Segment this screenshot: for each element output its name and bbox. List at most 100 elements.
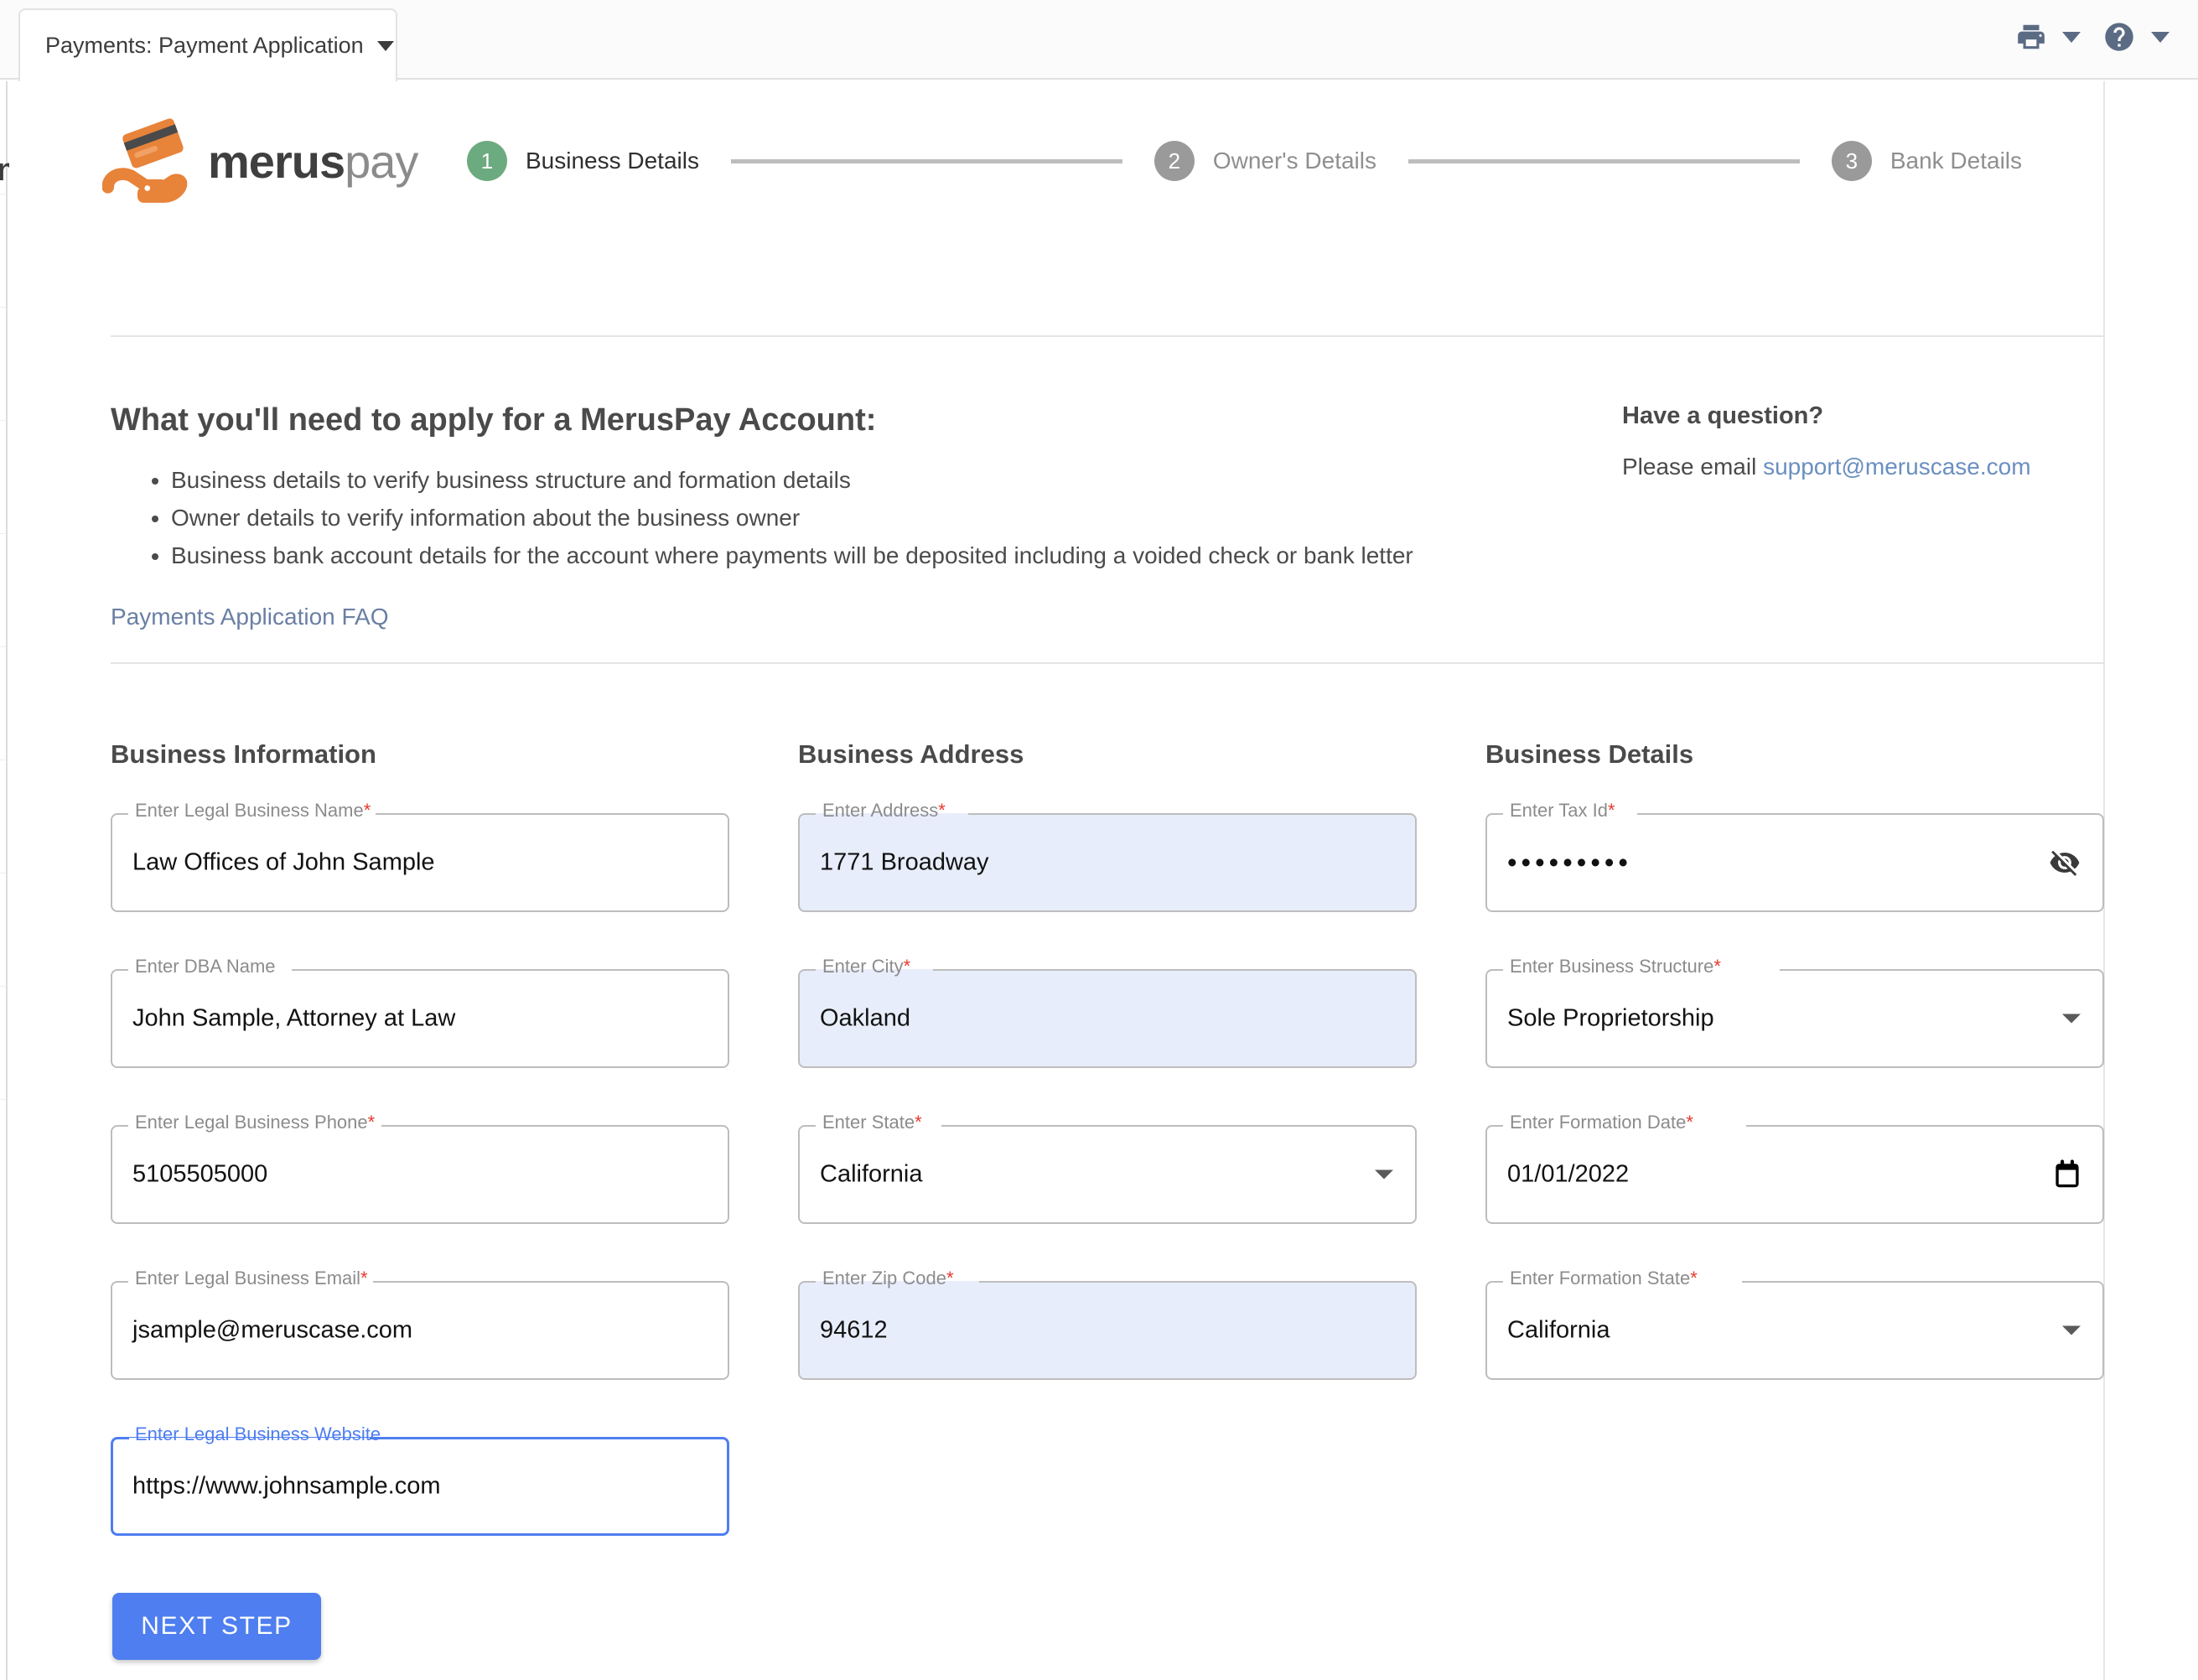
field-value: 1771 Broadway: [820, 848, 989, 876]
calendar-icon[interactable]: [2054, 1159, 2081, 1190]
requirements-heading: What you'll need to apply for a MerusPay…: [111, 402, 877, 438]
field-legal-business-email[interactable]: Enter Legal Business Email* jsample@meru…: [111, 1268, 729, 1380]
step-business-details[interactable]: 1 Business Details: [467, 141, 699, 181]
field-outline: [798, 1281, 1417, 1380]
chevron-down-icon[interactable]: [376, 40, 394, 51]
field-label: Enter Business Structure*: [1510, 956, 1721, 977]
logo-wordmark: meruspay: [208, 134, 418, 189]
required-asterisk: *: [903, 956, 911, 977]
step-label: Business Details: [526, 148, 699, 174]
field-label: Enter Legal Business Email*: [135, 1268, 368, 1289]
next-step-button[interactable]: NEXT STEP: [112, 1593, 321, 1660]
sidebar-divider: [0, 647, 6, 760]
sidebar-divider: [0, 194, 6, 308]
required-asterisk: *: [1690, 1268, 1698, 1289]
field-value: California: [1507, 1316, 1610, 1344]
field-value: 94612: [820, 1316, 888, 1344]
logo-pay: pay: [345, 134, 418, 188]
column-title: Business Details: [1485, 739, 1694, 769]
visibility-off-icon[interactable]: [2049, 847, 2081, 879]
field-label: Enter Legal Business Phone*: [135, 1112, 376, 1133]
step-bank-details[interactable]: 3 Bank Details: [1831, 141, 2023, 181]
sidebar-divider: [0, 308, 6, 421]
field-value: Law Offices of John Sample: [132, 848, 435, 876]
field-legal-business-phone[interactable]: Enter Legal Business Phone* 5105505000: [111, 1112, 729, 1224]
field-value: John Sample, Attorney at Law: [132, 1004, 456, 1032]
field-tax-id[interactable]: Enter Tax Id* •••••••••: [1485, 800, 2104, 912]
question-circle-icon[interactable]: [2102, 20, 2136, 54]
field-formation-state[interactable]: Enter Formation State* California: [1485, 1268, 2104, 1380]
step-label: Bank Details: [1890, 148, 2023, 174]
required-asterisk: *: [1686, 1112, 1693, 1133]
tab-label: Payments: Payment Application: [45, 33, 364, 58]
chevron-down-icon: [1375, 1169, 1393, 1180]
step-number-badge: 3: [1831, 141, 1872, 181]
field-state[interactable]: Enter State* California: [798, 1112, 1417, 1224]
required-asterisk: *: [363, 800, 371, 821]
field-legal-business-name[interactable]: Enter Legal Business Name* Law Offices o…: [111, 800, 729, 912]
sidebar-divider: [0, 987, 6, 1100]
toolbar-actions: [2015, 20, 2169, 54]
page-header: meruspay 1 Business Details 2 Owner's De…: [101, 102, 2023, 220]
field-label: Enter Formation State*: [1510, 1268, 1698, 1289]
column-business-information: Business Information Enter Legal Busines…: [111, 739, 729, 1593]
column-title: Business Address: [798, 739, 1024, 769]
dropdown-toggle[interactable]: [2062, 1014, 2081, 1024]
required-asterisk: *: [946, 1268, 954, 1289]
chevron-down-icon: [2062, 1014, 2081, 1024]
field-label: Enter City*: [822, 956, 911, 977]
field-zip-code[interactable]: Enter Zip Code* 94612: [798, 1268, 1417, 1380]
step-number-badge: 2: [1153, 141, 1195, 181]
field-legal-business-website[interactable]: Enter Legal Business Website https://www…: [111, 1423, 729, 1536]
field-city[interactable]: Enter City* Oakland: [798, 956, 1417, 1068]
help-section: Have a question? Please email support@me…: [1622, 402, 2092, 480]
field-value: Oakland: [820, 1004, 911, 1032]
required-asterisk: *: [367, 1112, 376, 1133]
field-value: 5105505000: [132, 1160, 268, 1188]
stepper-connector: [1408, 158, 1800, 163]
list-item: Owner details to verify information abou…: [171, 501, 1418, 535]
chevron-down-icon[interactable]: [2151, 31, 2169, 43]
dropdown-toggle[interactable]: [2062, 1325, 2081, 1335]
required-asterisk: *: [1713, 956, 1721, 977]
required-asterisk: *: [1608, 800, 1615, 821]
help-heading: Have a question?: [1622, 402, 1824, 429]
field-label: Enter DBA Name: [135, 956, 276, 977]
field-value: https://www.johnsample.com: [132, 1472, 441, 1500]
requirements-section: What you'll need to apply for a MerusPay…: [111, 402, 1418, 630]
printer-icon[interactable]: [2015, 21, 2047, 53]
field-dba-name[interactable]: Enter DBA Name John Sample, Attorney at …: [111, 956, 729, 1068]
field-label: Enter Legal Business Website: [135, 1423, 381, 1444]
dropdown-toggle[interactable]: [1375, 1169, 1393, 1180]
field-formation-date[interactable]: Enter Formation Date* 01/01/2022: [1485, 1112, 2104, 1224]
business-details-form: Business Information Enter Legal Busines…: [111, 739, 2106, 1593]
payments-application-faq-link[interactable]: Payments Application FAQ: [111, 604, 389, 630]
column-title: Business Information: [111, 739, 376, 769]
stepper-connector: [730, 158, 1122, 163]
print-menu[interactable]: [2015, 21, 2081, 53]
logo-merus: merus: [208, 134, 345, 188]
field-label: Enter Legal Business Name*: [135, 800, 371, 821]
browser-tab-strip: Payments: Payment Application: [0, 0, 2198, 81]
meruspay-logo: meruspay: [101, 114, 446, 208]
field-business-structure[interactable]: Enter Business Structure* Sole Proprieto…: [1485, 956, 2104, 1068]
support-email-link[interactable]: support@meruscase.com: [1763, 454, 2030, 480]
sidebar-divider: [0, 874, 6, 987]
column-business-details: Business Details Enter Tax Id* •••••••••…: [1485, 739, 2104, 1593]
chevron-down-icon: [2062, 1325, 2081, 1335]
step-number-badge: 1: [467, 141, 507, 181]
field-value: •••••••••: [1507, 847, 1632, 878]
section-divider: [111, 662, 2104, 664]
field-value: California: [820, 1160, 923, 1188]
list-item: Business bank account details for the ac…: [171, 539, 1418, 573]
help-menu[interactable]: [2102, 20, 2169, 54]
field-label: Enter Address*: [822, 800, 946, 821]
required-asterisk: *: [360, 1268, 368, 1289]
chevron-down-icon[interactable]: [2062, 31, 2081, 43]
step-owners-details[interactable]: 2 Owner's Details: [1153, 141, 1376, 181]
field-value: Sole Proprietorship: [1507, 1004, 1714, 1032]
field-address[interactable]: Enter Address* 1771 Broadway: [798, 800, 1417, 912]
tab-payment-application[interactable]: Payments: Payment Application: [18, 8, 397, 81]
list-item: Business details to verify business stru…: [171, 464, 1418, 497]
sidebar-divider: [0, 534, 6, 647]
